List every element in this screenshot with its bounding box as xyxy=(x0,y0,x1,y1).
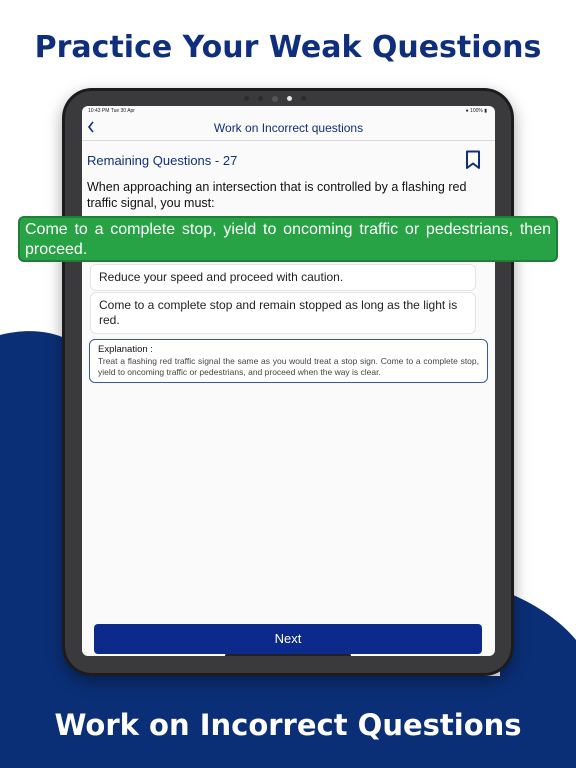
question-text: When approaching an intersection that is… xyxy=(87,180,467,210)
correct-answer-option[interactable]: Come to a complete stop, yield to oncomi… xyxy=(18,216,558,262)
answer-option[interactable]: Come to a complete stop and remain stopp… xyxy=(90,292,476,334)
app-screen: 10:43 PM Tue 30 Apr ● 100% ▮ Work on Inc… xyxy=(82,106,495,656)
wifi-icon: ● xyxy=(465,108,469,114)
bookmark-icon[interactable] xyxy=(465,150,481,170)
nav-bar: Work on Incorrect questions xyxy=(82,116,495,141)
status-time: 10:43 PM Tue 30 Apr xyxy=(88,108,135,114)
status-battery: ● 100% ▮ xyxy=(465,108,487,114)
answer-option[interactable]: Reduce your speed and proceed with cauti… xyxy=(90,264,476,291)
page-title: Work on Incorrect questions xyxy=(213,121,364,135)
status-bar: 10:43 PM Tue 30 Apr ● 100% ▮ xyxy=(82,106,495,116)
home-indicator xyxy=(225,654,351,656)
explanation-text: Treat a flashing red traffic signal the … xyxy=(98,356,479,377)
battery-icon: ▮ xyxy=(484,108,487,114)
camera-bar xyxy=(244,95,330,102)
camera-icon xyxy=(272,95,278,102)
promo-headline-top: Practice Your Weak Questions xyxy=(34,30,542,65)
explanation-title: Explanation : xyxy=(98,344,153,355)
promo-headline-bottom: Work on Incorrect Questions xyxy=(54,708,522,742)
explanation-box: Explanation : Treat a flashing red traff… xyxy=(89,339,488,383)
remaining-questions-label: Remaining Questions - 27 xyxy=(87,153,238,168)
next-button[interactable]: Next xyxy=(94,624,482,654)
